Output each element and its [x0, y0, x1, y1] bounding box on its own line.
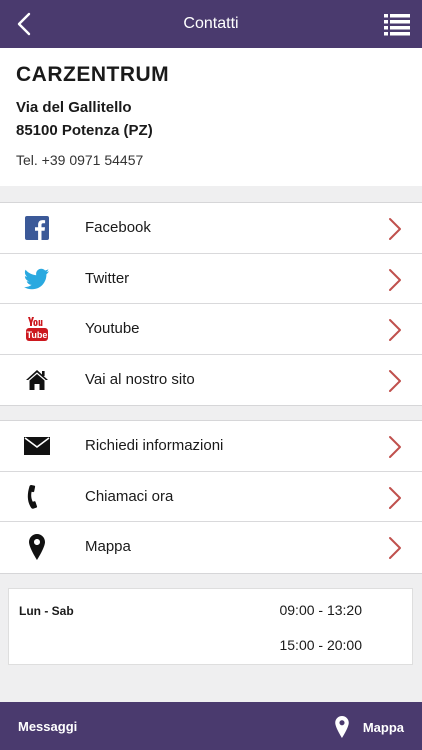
address-city: 85100 Potenza (PZ) [16, 122, 153, 139]
twitter-icon [24, 266, 50, 292]
hours-day-range: Lun - Sab [19, 604, 74, 618]
list-item-youtube[interactable]: Tube Youtube [0, 304, 422, 355]
map-button[interactable]: Mappa [335, 714, 404, 740]
list-item-call[interactable]: Chiamaci ora [0, 472, 422, 522]
list-item-label: Chiamaci ora [85, 487, 174, 505]
chevron-right-icon [389, 268, 401, 291]
chevron-left-icon [17, 12, 31, 36]
map-pin-icon [335, 716, 349, 738]
list-item-label: Mappa [85, 538, 131, 555]
list-item-twitter[interactable]: Twitter [0, 254, 422, 304]
facebook-icon [24, 215, 50, 241]
list-item-label: Vai al nostro sito [85, 370, 195, 388]
list-item-request-info[interactable]: Richiedi informazioni [0, 421, 422, 472]
list-item-label: Twitter [85, 269, 130, 287]
messages-button[interactable]: Messaggi [18, 719, 77, 734]
list-menu-icon [384, 14, 410, 36]
map-pin-icon [24, 534, 50, 560]
chevron-right-icon [389, 218, 401, 240]
company-info: CARZENTRUM Via del Gallitello 85100 Pote… [0, 48, 422, 186]
svg-text:Tube: Tube [27, 330, 48, 340]
list-item-map[interactable]: Mappa [0, 522, 422, 573]
contact-actions-list: Richiedi informazioni Chiamaci ora Mappa [0, 420, 422, 574]
chevron-right-icon [389, 369, 401, 392]
home-icon [24, 367, 50, 393]
list-item-label: Richiedi informazioni [85, 437, 224, 454]
youtube-icon: Tube [24, 316, 50, 342]
back-button[interactable] [10, 10, 38, 38]
list-item-website[interactable]: Vai al nostro sito [0, 355, 422, 406]
phone-icon [24, 484, 50, 510]
chevron-right-icon [389, 436, 401, 458]
chevron-right-icon [389, 486, 401, 509]
chevron-right-icon [389, 319, 401, 341]
address-street: Via del Gallitello [16, 99, 132, 116]
list-item-label: Youtube [85, 320, 140, 337]
top-bar: Contatti [0, 0, 422, 48]
hours-afternoon: 15:00 - 20:00 [279, 637, 362, 653]
list-item-facebook[interactable]: Facebook [0, 203, 422, 254]
envelope-icon [24, 433, 50, 459]
company-name: CARZENTRUM [16, 63, 170, 86]
menu-button[interactable] [384, 12, 410, 36]
social-links-list: Facebook Twitter Tube Youtube Vai al nos… [0, 202, 422, 406]
phone-number[interactable]: Tel. +39 0971 54457 [16, 152, 143, 168]
opening-hours-card: Lun - Sab 09:00 - 13:20 15:00 - 20:00 [8, 588, 413, 665]
chevron-right-icon [389, 537, 401, 559]
list-item-label: Facebook [85, 219, 151, 236]
hours-morning: 09:00 - 13:20 [279, 602, 362, 618]
bottom-bar: Messaggi Mappa [0, 702, 422, 750]
page-title: Contatti [183, 15, 239, 32]
map-button-label: Mappa [362, 719, 404, 735]
